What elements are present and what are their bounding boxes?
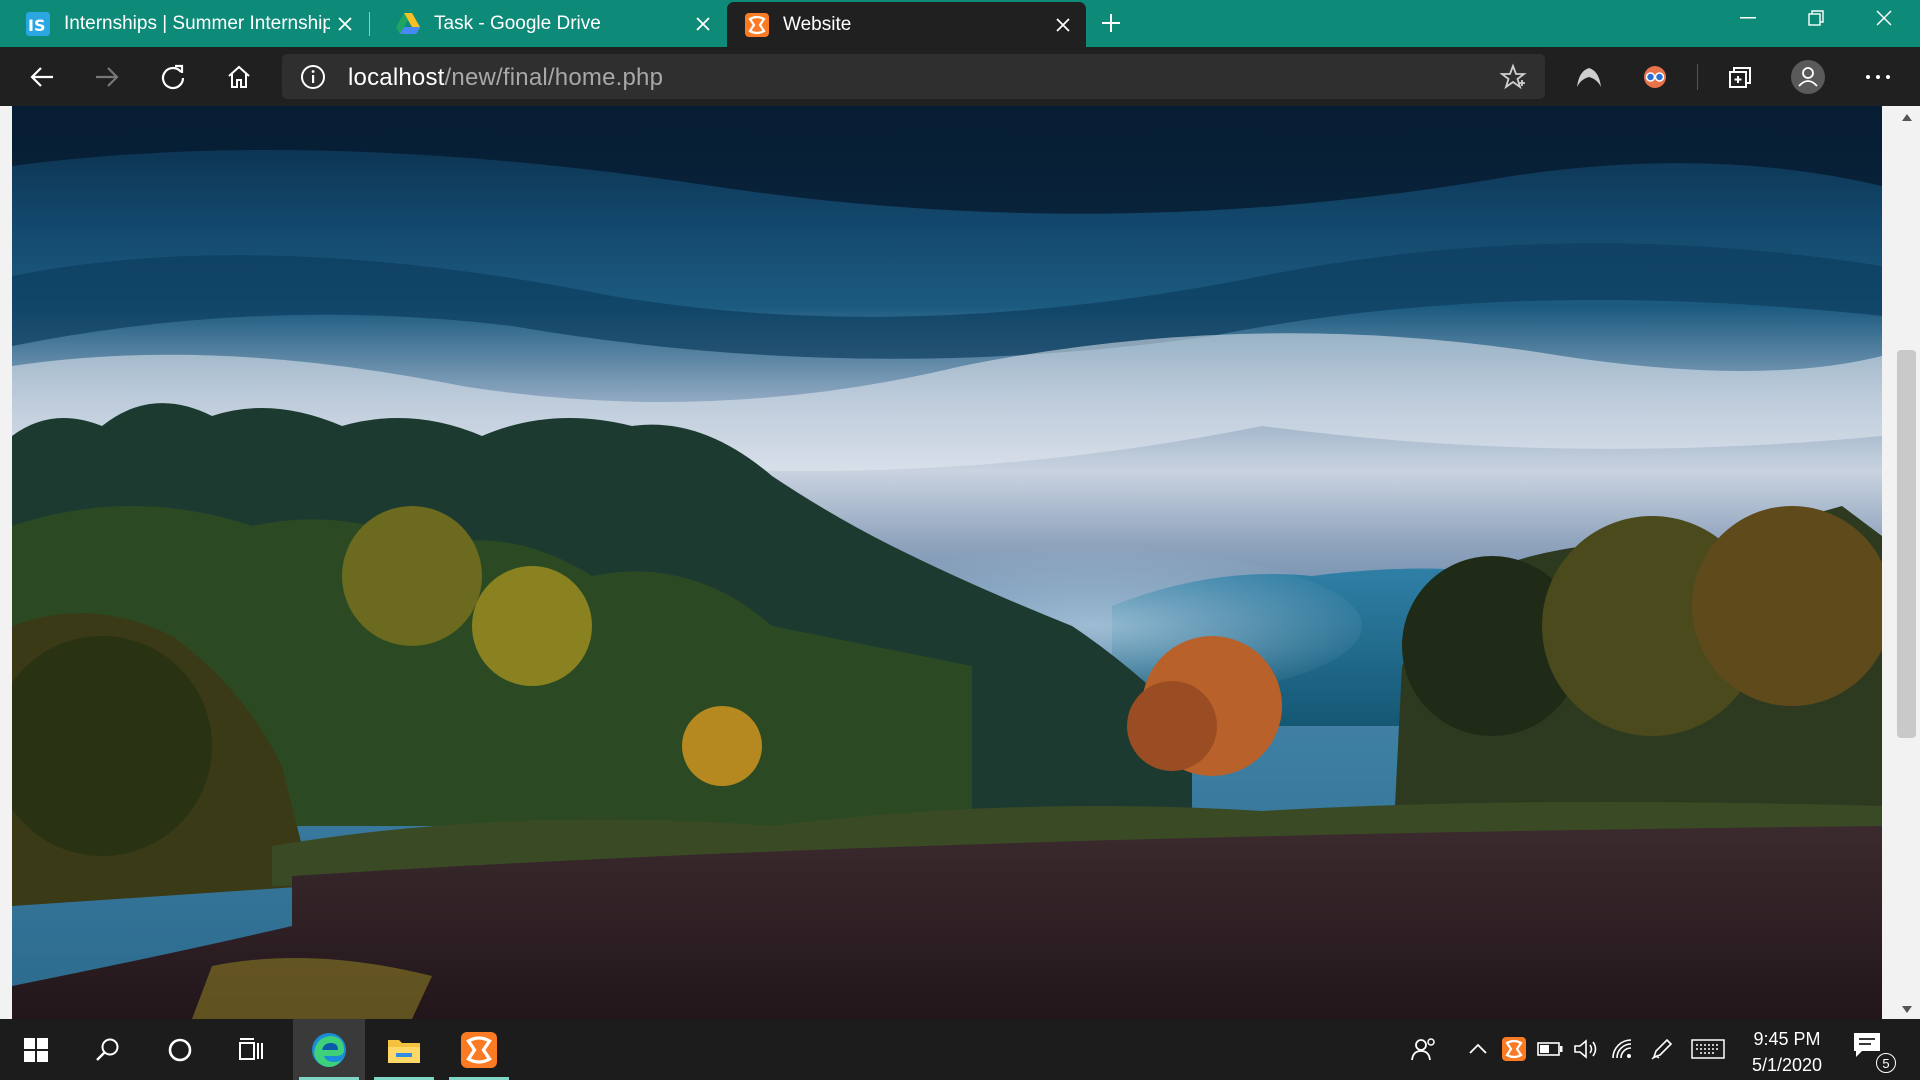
- minimize-button[interactable]: [1714, 0, 1782, 36]
- file-explorer-icon[interactable]: [368, 1019, 440, 1080]
- back-icon[interactable]: [22, 57, 62, 97]
- scroll-down-icon[interactable]: [1901, 1003, 1913, 1015]
- toolbar-divider: [1697, 64, 1698, 90]
- tab-title: Website: [783, 13, 852, 35]
- profile-icon[interactable]: [1788, 57, 1828, 97]
- url-host: localhost: [348, 64, 445, 91]
- tab-internships[interactable]: IS Internships | Summer Internship: [0, 0, 368, 47]
- more-icon[interactable]: [1858, 57, 1898, 97]
- close-icon[interactable]: [330, 9, 360, 39]
- people-icon[interactable]: [1410, 1035, 1438, 1063]
- close-icon[interactable]: [1048, 10, 1078, 40]
- new-tab-button[interactable]: [1096, 8, 1126, 38]
- scroll-up-icon[interactable]: [1901, 112, 1913, 124]
- task-view-icon[interactable]: [216, 1019, 288, 1080]
- show-hidden-icon[interactable]: [1464, 1035, 1492, 1063]
- internshala-icon: IS: [26, 11, 50, 36]
- cortana-icon[interactable]: [144, 1019, 216, 1080]
- url-text[interactable]: localhost/new/final/home.php: [348, 64, 663, 92]
- xampp-tray-icon[interactable]: [1500, 1035, 1528, 1063]
- collections-icon[interactable]: [1720, 57, 1760, 97]
- notification-badge: 5: [1876, 1053, 1896, 1073]
- windows-taskbar: 9:45 PM 5/1/2020 5: [0, 1019, 1920, 1080]
- tab-google-drive[interactable]: Task - Google Drive: [370, 0, 726, 47]
- clock-time: 9:45 PM: [1753, 1029, 1821, 1049]
- action-center-icon[interactable]: 5: [1852, 1031, 1896, 1073]
- forward-icon[interactable]: [87, 57, 127, 97]
- tab-title: Task - Google Drive: [434, 12, 601, 34]
- pen-icon[interactable]: [1648, 1035, 1676, 1063]
- clock-date: 5/1/2020: [1751, 1055, 1823, 1075]
- extension-icon[interactable]: [1569, 57, 1609, 97]
- tab-website[interactable]: Website: [727, 2, 1086, 47]
- google-drive-icon: [396, 12, 420, 36]
- edge-icon[interactable]: [293, 1019, 365, 1080]
- keyboard-icon[interactable]: [1690, 1035, 1726, 1063]
- start-icon[interactable]: [0, 1019, 72, 1080]
- restore-button[interactable]: [1782, 0, 1850, 36]
- close-icon[interactable]: [688, 9, 718, 39]
- favorite-star-icon[interactable]: [1499, 63, 1527, 91]
- vertical-scrollbar[interactable]: [1893, 106, 1920, 1019]
- clock[interactable]: 9:45 PM 5/1/2020: [1732, 1026, 1842, 1078]
- xampp-icon: [745, 12, 769, 37]
- close-window-button[interactable]: [1850, 0, 1918, 36]
- refresh-icon[interactable]: [153, 57, 193, 97]
- extension-2-icon[interactable]: [1635, 57, 1675, 97]
- scroll-thumb[interactable]: [1897, 350, 1916, 738]
- tab-strip: IS Internships | Summer Internship Task …: [0, 0, 1920, 47]
- page-viewport: [0, 106, 1920, 1019]
- url-path: /new/final/home.php: [444, 64, 664, 91]
- search-icon[interactable]: [72, 1019, 144, 1080]
- svg-text:IS: IS: [28, 16, 45, 35]
- wifi-icon[interactable]: [1610, 1035, 1638, 1063]
- address-bar[interactable]: localhost/new/final/home.php: [282, 54, 1545, 99]
- xampp-icon[interactable]: [443, 1019, 515, 1080]
- battery-icon[interactable]: [1536, 1035, 1564, 1063]
- browser-toolbar: localhost/new/final/home.php: [0, 47, 1920, 106]
- site-info-icon[interactable]: [300, 64, 326, 90]
- hero-image: [12, 106, 1882, 1019]
- tab-title: Internships | Summer Internship: [64, 12, 330, 34]
- volume-icon[interactable]: [1572, 1035, 1600, 1063]
- home-icon[interactable]: [219, 57, 259, 97]
